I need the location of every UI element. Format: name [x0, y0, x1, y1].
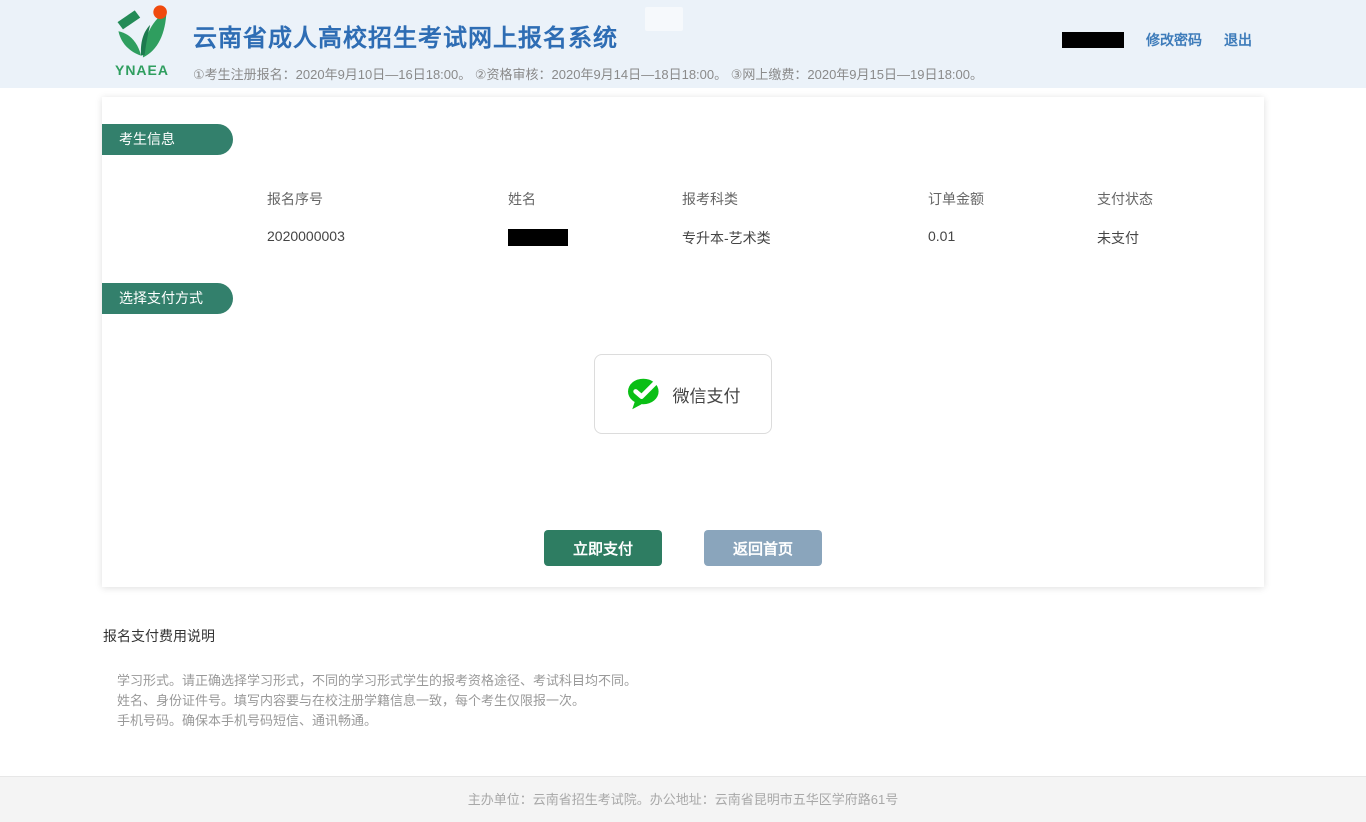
- column-header-reg-no: 报名序号: [267, 189, 508, 209]
- fee-note-item: 姓名、身份证件号。填写内容要与在校注册学籍信息一致，每个考生仅限报一次。: [117, 691, 637, 711]
- logout-link[interactable]: 退出: [1224, 30, 1252, 50]
- fee-notes-section: 报名支付费用说明 学习形式。请正确选择学习形式，不同的学习形式学生的报考资格途径…: [103, 626, 637, 731]
- candidate-table-header: 报名序号 姓名 报考科类 订单金额 支付状态: [267, 189, 1217, 209]
- fee-note-item: 学习形式。请正确选择学习形式，不同的学习形式学生的报考资格途径、考试科目均不同。: [117, 671, 637, 691]
- pay-now-button[interactable]: 立即支付: [544, 530, 662, 566]
- wechat-pay-option[interactable]: 微信支付: [594, 354, 772, 434]
- main-card: 考生信息 报名序号 姓名 报考科类 订单金额 支付状态 2020000003 专…: [102, 97, 1264, 587]
- header: YNAEA 云南省成人高校招生考试网上报名系统 ①考生注册报名：2020年9月1…: [0, 0, 1366, 88]
- fee-notes-title: 报名支付费用说明: [103, 626, 637, 646]
- change-password-link[interactable]: 修改密码: [1146, 30, 1202, 50]
- page-footer: 主办单位：云南省招生考试院。办公地址：云南省昆明市五华区学府路61号: [0, 776, 1366, 822]
- action-buttons: 立即支付 返回首页: [544, 530, 822, 566]
- payment-method-section-badge: 选择支付方式: [102, 283, 233, 314]
- logo: YNAEA: [105, 3, 179, 78]
- status-value: 未支付: [1097, 228, 1217, 248]
- fee-notes-list: 学习形式。请正确选择学习形式，不同的学习形式学生的报考资格途径、考试科目均不同。…: [117, 671, 637, 731]
- wechat-pay-icon: [626, 377, 664, 411]
- column-header-name: 姓名: [508, 189, 682, 209]
- username-redacted: [1062, 32, 1124, 48]
- wechat-pay-label: 微信支付: [673, 382, 741, 407]
- name-redacted: [508, 229, 568, 246]
- reg-no-value: 2020000003: [267, 228, 508, 248]
- header-main: 云南省成人高校招生考试网上报名系统 ①考生注册报名：2020年9月10日—16日…: [193, 18, 983, 83]
- amount-value: 0.01: [928, 228, 1097, 248]
- page-title: 云南省成人高校招生考试网上报名系统: [193, 18, 983, 53]
- back-home-button[interactable]: 返回首页: [704, 530, 822, 566]
- header-user-area: 修改密码 退出: [1062, 30, 1252, 50]
- column-header-category: 报考科类: [682, 189, 928, 209]
- candidate-info-section-badge: 考生信息: [102, 124, 233, 155]
- ynaea-logo-icon: [113, 3, 171, 63]
- category-value: 专升本-艺术类: [682, 228, 928, 248]
- column-header-status: 支付状态: [1097, 189, 1217, 209]
- candidate-table-row: 2020000003 专升本-艺术类 0.01 未支付: [267, 228, 1217, 248]
- logo-text: YNAEA: [105, 62, 179, 78]
- page: YNAEA 云南省成人高校招生考试网上报名系统 ①考生注册报名：2020年9月1…: [0, 0, 1366, 822]
- registration-schedule-notice: ①考生注册报名：2020年9月10日—16日18:00。 ②资格审核：2020年…: [193, 64, 983, 83]
- fee-note-item: 手机号码。确保本手机号码短信、通讯畅通。: [117, 711, 637, 731]
- name-value: [508, 228, 682, 248]
- column-header-amount: 订单金额: [928, 189, 1097, 209]
